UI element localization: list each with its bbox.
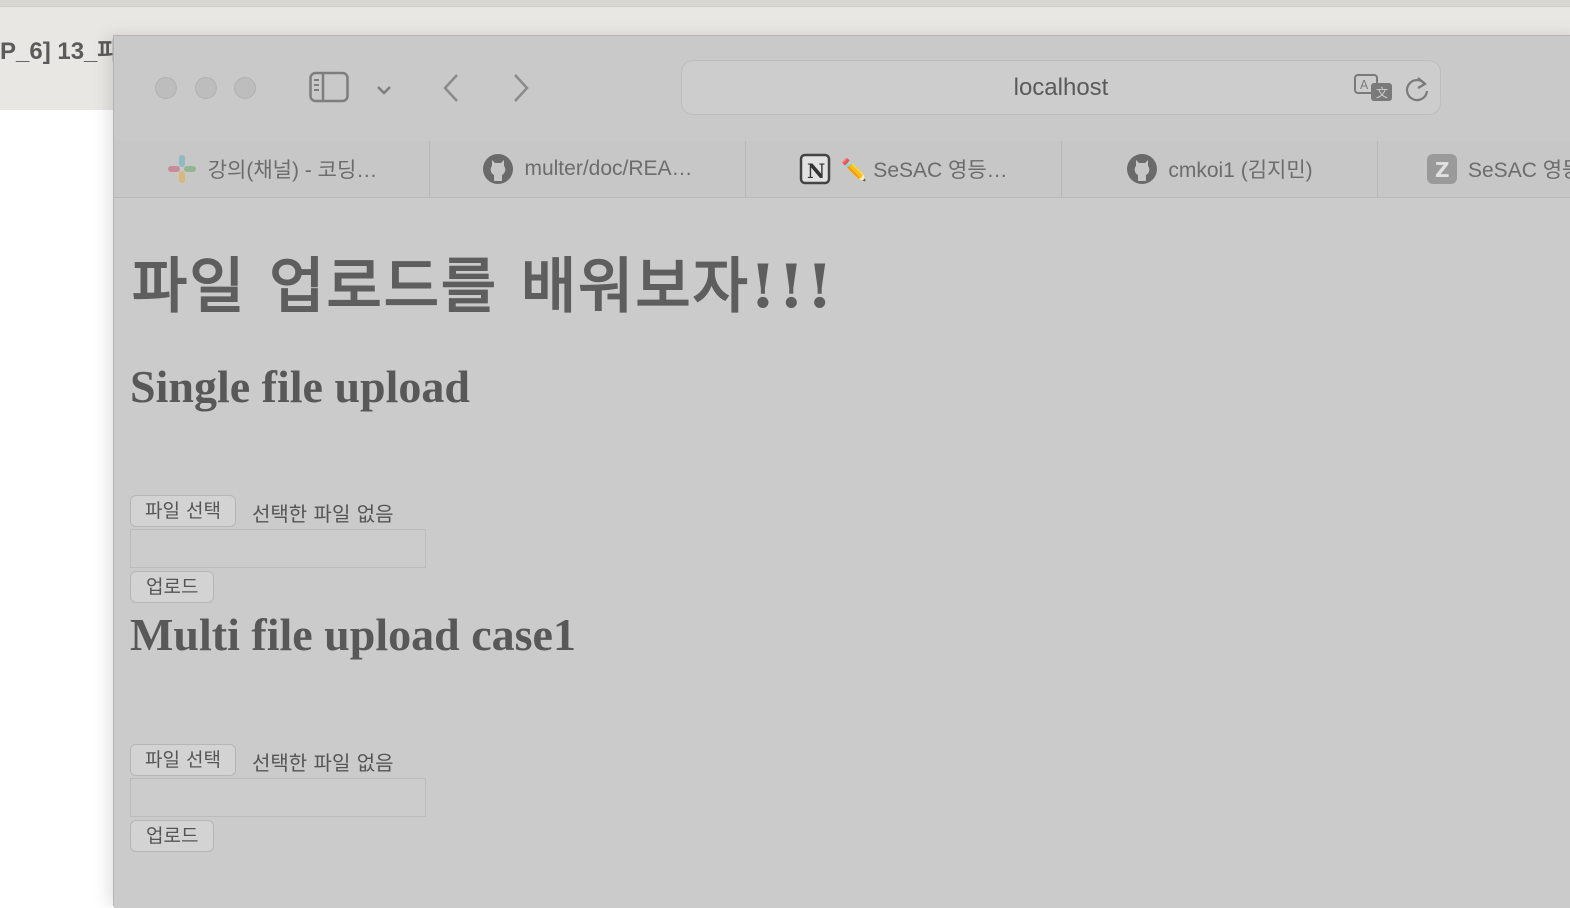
zoom-window-button[interactable] [234,77,256,99]
tab-slack[interactable]: 강의(채널) - 코딩… [114,141,430,197]
multi-file-status: 선택한 파일 없음 [252,751,394,775]
single-text-input[interactable] [130,529,426,568]
github-icon [1126,153,1158,185]
multi-upload-title: Multi file upload case1 [130,609,576,660]
multi-text-input[interactable] [130,778,426,817]
page-title: 파일 업로드를 배워보자!!! [132,252,835,322]
background-window-body [0,110,114,890]
tab-sesac-zoom[interactable]: Z SeSAC 영등 [1378,141,1570,197]
tab-multer-doc[interactable]: multer/doc/REA… [430,141,746,197]
slack-icon [166,153,198,185]
tab-github-profile[interactable]: cmkoi1 (김지민) [1062,141,1378,197]
reload-icon[interactable] [1404,75,1430,107]
svg-text:N: N [807,159,825,183]
tab-label: cmkoi1 (김지민) [1168,159,1313,182]
svg-text:文: 文 [1376,85,1388,100]
translate-icon[interactable]: A 文 [1354,73,1394,107]
single-file-choose-button[interactable]: 파일 선택 [130,495,236,527]
single-file-status: 선택한 파일 없음 [252,502,394,526]
svg-text:Z: Z [1435,158,1450,182]
page-content: 파일 업로드를 배워보자!!! Single file upload 파일 선택… [114,198,1570,908]
address-bar[interactable]: localhost A 文 [681,60,1441,115]
tab-notion[interactable]: N ✏️ SeSAC 영등… [746,141,1062,197]
address-bar-text: localhost [1013,74,1109,101]
multi-file-choose-button[interactable]: 파일 선택 [130,744,236,776]
tab-label: multer/doc/REA… [524,157,693,180]
single-upload-title: Single file upload [130,361,470,412]
tab-label: SeSAC 영등 [1468,159,1570,182]
notion-icon: N [799,153,831,185]
back-arrow-icon[interactable] [441,73,461,107]
github-icon [482,153,514,185]
single-upload-button[interactable]: 업로드 [130,571,215,603]
chevron-down-icon[interactable] [376,81,392,100]
browser-toolbar: localhost A 文 [114,36,1570,142]
close-window-button[interactable] [155,77,177,99]
minimize-window-button[interactable] [195,77,217,99]
zoom-icon: Z [1426,153,1458,185]
browser-window: localhost A 文 강의(채널) - 코딩… multer/doc/RE… [113,35,1570,908]
forward-arrow-icon[interactable] [511,73,531,107]
tab-label: 강의(채널) - 코딩… [207,159,378,182]
tab-bar: 강의(채널) - 코딩… multer/doc/REA… N ✏️ SeSAC … [114,141,1570,198]
tab-label: ✏️ SeSAC 영등… [841,159,1008,182]
sidebar-toggle-icon[interactable] [309,71,349,107]
multi-upload-button[interactable]: 업로드 [130,820,215,852]
svg-text:A: A [1360,78,1369,92]
